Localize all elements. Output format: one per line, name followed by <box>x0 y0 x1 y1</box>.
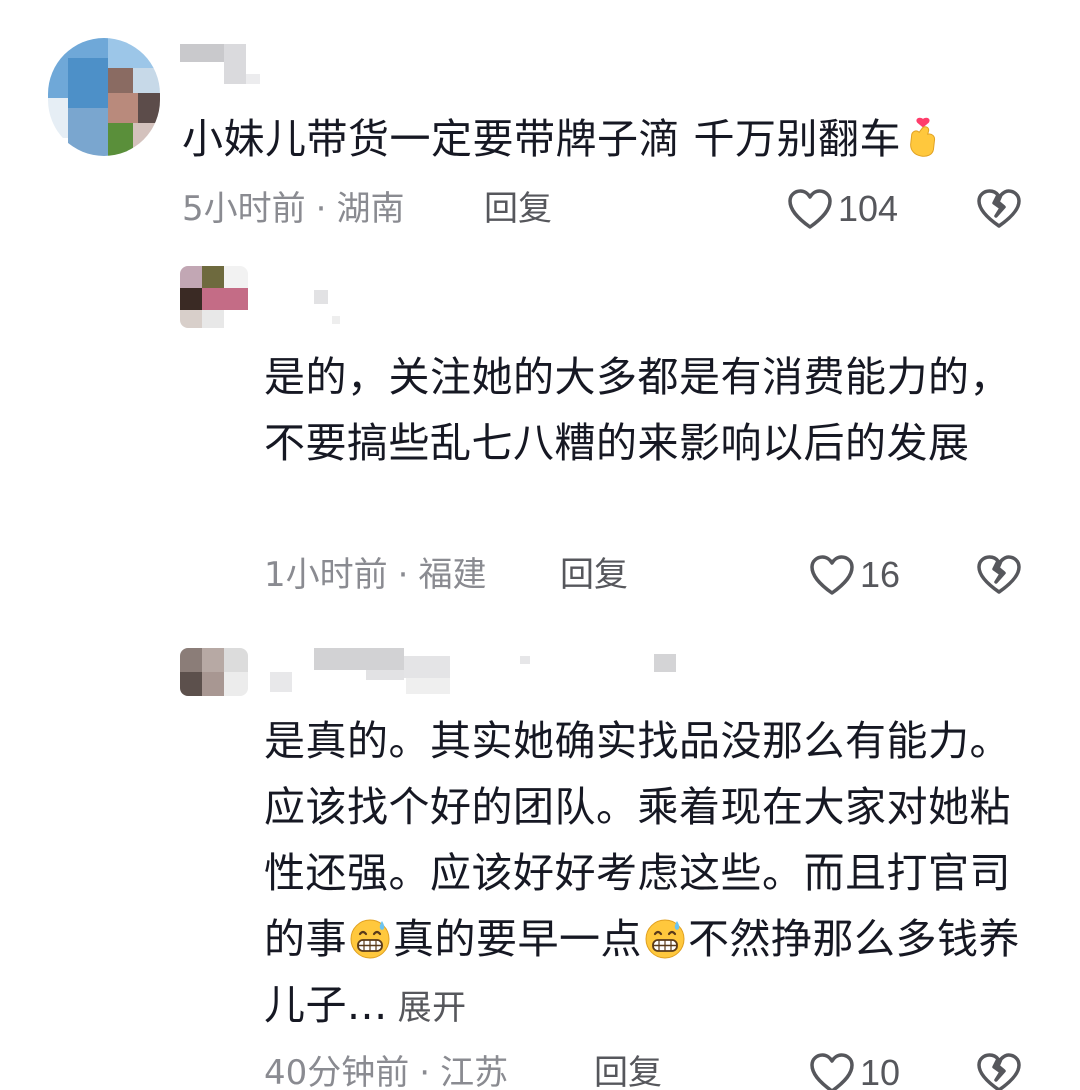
heart-icon <box>788 189 832 229</box>
finger-heart-emoji-icon <box>910 117 936 157</box>
comment-meta: 40分钟前 · 江苏 <box>264 1048 508 1090</box>
meta-separator: · <box>397 555 409 595</box>
reply-button[interactable]: 回复 <box>560 550 628 600</box>
like-count: 16 <box>860 554 901 595</box>
grin-sweat-emoji-icon <box>645 919 685 959</box>
username-blurred[interactable] <box>300 288 350 328</box>
comment-text: 是真的。其实她确实找品没那么有能力。应该找个好的团队。乘着现在大家对她粘性还强。… <box>264 708 1044 1041</box>
comment-time: 1小时前 <box>264 555 388 595</box>
like-button[interactable]: 16 <box>808 550 900 600</box>
comment-time: 40分钟前 <box>264 1053 410 1090</box>
avatar[interactable] <box>180 266 248 328</box>
reply-button[interactable]: 回复 <box>594 1048 662 1090</box>
avatar[interactable] <box>48 38 160 156</box>
broken-heart-icon[interactable] <box>974 1048 1024 1090</box>
broken-heart-icon[interactable] <box>974 550 1024 600</box>
like-count: 104 <box>838 188 899 229</box>
meta-separator: · <box>419 1053 431 1090</box>
expand-button[interactable]: 展开 <box>398 988 467 1028</box>
grin-sweat-emoji-icon <box>350 919 390 959</box>
heart-icon <box>810 1053 854 1090</box>
reply-button[interactable]: 回复 <box>484 184 552 234</box>
comment-time: 5小时前 <box>182 189 306 229</box>
comment-text: 是的，关注她的大多都是有消费能力的，不要搞些乱七八糟的来影响以后的发展 <box>264 353 1011 467</box>
comment-meta: 5小时前 · 湖南 <box>182 184 404 234</box>
comment-text: 小妹儿带货一定要带牌子滴 千万别翻车 <box>182 106 1062 172</box>
username-blurred[interactable] <box>270 648 680 694</box>
like-button[interactable]: 10 <box>808 1048 900 1090</box>
meta-separator: · <box>315 189 327 229</box>
comment-meta: 1小时前 · 福建 <box>264 550 486 600</box>
broken-heart-icon[interactable] <box>974 184 1024 234</box>
avatar[interactable] <box>180 648 248 696</box>
comment-text-body: 小妹儿带货一定要带牌子滴 千万别翻车 <box>182 115 902 163</box>
comment-text-body: 真的要早一点 <box>393 915 642 963</box>
username-blurred[interactable] <box>180 44 260 84</box>
comment-location: 福建 <box>418 555 487 595</box>
heart-icon <box>810 555 854 595</box>
like-button[interactable]: 104 <box>786 184 898 234</box>
like-count: 10 <box>860 1052 901 1090</box>
comment-location: 湖南 <box>336 189 405 229</box>
comment-location: 江苏 <box>440 1053 509 1090</box>
